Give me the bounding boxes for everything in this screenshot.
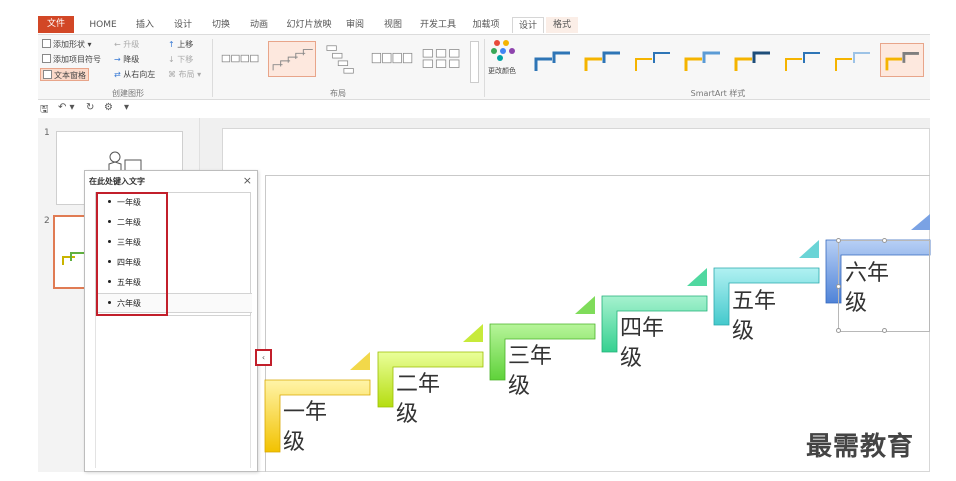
resize-handle[interactable] bbox=[882, 238, 887, 243]
resize-handle[interactable] bbox=[882, 328, 887, 333]
active-text-box[interactable]: 六年级 bbox=[836, 238, 930, 333]
resize-handle[interactable] bbox=[836, 328, 841, 333]
list-item[interactable]: 二年级 bbox=[96, 213, 252, 233]
bullet-icon bbox=[108, 200, 111, 203]
step-label-3[interactable]: 三年级 bbox=[508, 342, 568, 402]
close-icon[interactable]: × bbox=[243, 174, 252, 187]
bullet-icon bbox=[108, 220, 111, 223]
step-label-5[interactable]: 五年级 bbox=[732, 287, 792, 347]
text-pane: 在此处键入文字 × 一年级 二年级 三年级 四年级 五年级 六年级 bbox=[84, 170, 258, 472]
text-pane-title: 在此处键入文字 bbox=[89, 177, 145, 186]
list-item[interactable]: 六年级 bbox=[96, 293, 252, 313]
text-pane-list: 一年级 二年级 三年级 四年级 五年级 六年级 bbox=[95, 192, 252, 316]
list-item[interactable]: 一年级 bbox=[96, 193, 252, 213]
step-label-2[interactable]: 二年级 bbox=[396, 370, 456, 430]
powerpoint-window: 文件 HOME 插入 设计 切换 动画 幻灯片放映 审阅 视图 开发工具 加载项… bbox=[0, 0, 956, 481]
step-label-6[interactable]: 六年级 bbox=[845, 259, 905, 319]
bullet-icon bbox=[108, 301, 111, 304]
step-label-4[interactable]: 四年级 bbox=[620, 314, 680, 374]
resize-handle[interactable] bbox=[836, 284, 841, 289]
bullet-icon bbox=[108, 280, 111, 283]
step-label-1[interactable]: 一年级 bbox=[283, 398, 343, 458]
bullet-icon bbox=[108, 240, 111, 243]
text-pane-body bbox=[95, 316, 251, 468]
list-item[interactable]: 三年级 bbox=[96, 233, 252, 253]
watermark: 最需教育 bbox=[806, 432, 915, 462]
list-item[interactable]: 五年级 bbox=[96, 273, 252, 293]
resize-handle[interactable] bbox=[836, 238, 841, 243]
text-pane-toggle-button[interactable]: ‹ bbox=[255, 349, 272, 366]
bullet-icon bbox=[108, 260, 111, 263]
list-item[interactable]: 四年级 bbox=[96, 253, 252, 273]
